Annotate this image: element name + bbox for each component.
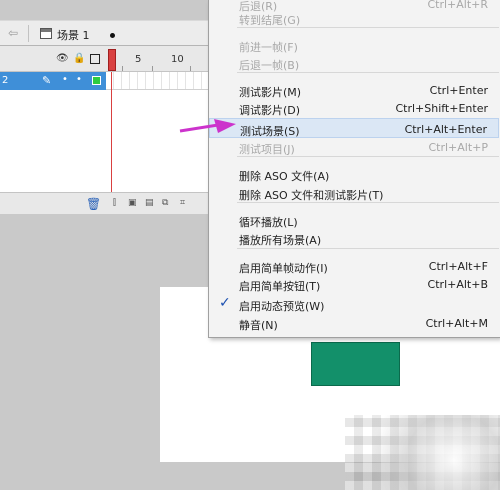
playhead-handle[interactable] (108, 49, 116, 71)
scene-icon (40, 28, 52, 39)
lock-icon[interactable]: 🔒 (73, 53, 85, 64)
menu-item[interactable]: 删除 ASO 文件(A) (209, 164, 499, 184)
menu-item-shortcut: Ctrl+Enter (429, 84, 488, 97)
layer-row[interactable]: 2 ✎ • • (0, 72, 106, 90)
ruler-label-10: 10 (171, 54, 184, 65)
menu-item-label: 删除 ASO 文件和测试影片(T) (239, 189, 384, 202)
menu-item[interactable]: 启用简单按钮(T) Ctrl+Alt+B (209, 274, 499, 294)
menu-item-label: 转到结尾(G) (239, 14, 301, 27)
control-menu: 后退(R) Ctrl+Alt+R 转到结尾(G) 前进一帧(F) 后退一帧(B) 测试影片… (208, 0, 500, 338)
scene-bar: ⇦ 场景 1 (0, 20, 210, 46)
menu-item-label: 静音(N) (239, 319, 278, 332)
playhead-line (111, 72, 112, 212)
menu-item[interactable]: 启用简单帧动作(I) Ctrl+Alt+F (209, 256, 499, 276)
ruler-tick (122, 66, 123, 71)
menu-item[interactable]: 转到结尾(G) (209, 8, 499, 28)
menu-item-shortcut: Ctrl+Alt+M (425, 317, 488, 330)
ruler-tick (152, 66, 153, 71)
timeline-header: 👁 🔒 5 10 (0, 46, 210, 72)
scene-label[interactable]: 场景 1 (57, 27, 90, 43)
menu-item-label: 启用简单按钮(T) (239, 280, 321, 293)
eye-icon[interactable]: 👁 (56, 53, 69, 64)
menu-item-label: 删除 ASO 文件(A) (239, 170, 330, 183)
blurred-region (345, 415, 500, 490)
frame-center-icon[interactable]: ⌗ (180, 198, 185, 208)
menu-item[interactable]: 静音(N) Ctrl+Alt+M (209, 313, 499, 333)
menu-item-label: 后退一帧(B) (239, 59, 300, 72)
menu-separator (237, 248, 499, 249)
menu-item[interactable]: 循环播放(L) (209, 210, 499, 230)
visibility-dot-icon[interactable]: • (62, 74, 68, 85)
menu-item-shortcut: Ctrl+Alt+Enter (404, 123, 487, 136)
frames-row[interactable] (106, 72, 210, 90)
menu-item[interactable]: 测试影片(M) Ctrl+Enter (209, 80, 499, 100)
menu-item[interactable]: 调试影片(D) Ctrl+Shift+Enter (209, 98, 499, 118)
pointer-arrow-icon (179, 119, 236, 133)
menu-item-shortcut: Ctrl+Alt+F (428, 260, 488, 273)
green-rectangle-shape[interactable] (311, 342, 400, 386)
menu-item-label: 调试影片(D) (239, 104, 301, 117)
edit-multiple-icon[interactable]: ▤ (145, 198, 154, 208)
menu-item-label: 测试项目(J) (239, 143, 295, 156)
menu-item-label: 启用动态预览(W) (239, 300, 325, 313)
ruler-tick (190, 66, 191, 71)
outline-color-icon[interactable] (92, 76, 101, 85)
layer-number: 2 (2, 75, 9, 86)
menu-item[interactable]: 前进一帧(F) (209, 35, 499, 55)
trash-icon[interactable]: 🗑 (86, 197, 101, 211)
check-icon: ✓ (219, 295, 231, 311)
lock-dot-icon[interactable]: • (76, 74, 82, 85)
onion-outline-icon[interactable]: ▣ (128, 198, 137, 208)
ruler-label-5: 5 (135, 54, 142, 65)
keyframe-dot[interactable] (110, 33, 115, 38)
menu-item-shortcut: Ctrl+Alt+B (427, 278, 488, 291)
menu-item[interactable]: 播放所有场景(A) (209, 228, 499, 248)
menu-item[interactable]: 测试项目(J) Ctrl+Alt+P (209, 137, 499, 157)
pencil-icon: ✎ (42, 74, 52, 87)
outline-icon[interactable] (90, 54, 100, 64)
menu-item[interactable]: 测试场景(S) Ctrl+Alt+Enter (209, 118, 499, 138)
onion-markers-icon[interactable]: ⧉ (162, 198, 168, 208)
timeline-footer: 🗑 ⫿ ▣ ▤ ⧉ ⌗ (0, 192, 210, 214)
menu-item-label: 播放所有场景(A) (239, 234, 322, 247)
menu-item[interactable]: ✓ 启用动态预览(W) (209, 294, 499, 314)
menu-item-shortcut: Ctrl+Shift+Enter (395, 102, 488, 115)
divider (28, 25, 29, 42)
menu-item[interactable]: 删除 ASO 文件和测试影片(T) (209, 183, 499, 203)
menu-item-shortcut: Ctrl+Alt+P (428, 141, 488, 154)
back-arrow-icon[interactable]: ⇦ (8, 26, 18, 40)
onion-skin-icon[interactable]: ⫿ (113, 198, 116, 208)
menu-item[interactable]: 后退一帧(B) (209, 53, 499, 73)
